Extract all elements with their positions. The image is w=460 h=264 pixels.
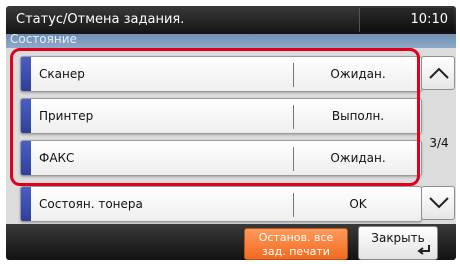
clock-area: 10:10 [359,8,454,32]
section-header: Состояние [6,32,456,48]
row-accent [21,187,31,221]
stop-label-line1: Останов. все [258,231,334,244]
chevron-up-icon [429,67,449,79]
scroll-down-button[interactable] [421,186,455,220]
title-bar: Статус/Отмена задания. 10:10 [6,6,456,34]
list-item-toner[interactable]: Состоян. тонера OK [20,186,422,222]
clock: 10:10 [410,12,448,27]
device-status: OK [349,197,367,211]
enter-return-icon [417,245,430,255]
bottom-bar: Останов. все зад. печати Закрыть [6,224,456,260]
chevron-down-icon [429,197,449,209]
device-name: Состоян. тонера [39,197,143,211]
screen-title: Статус/Отмена задания. [16,12,185,27]
stop-all-print-jobs-button[interactable]: Останов. все зад. печати [244,228,348,260]
divider [293,193,294,217]
stop-label-line2: зад. печати [262,245,330,258]
section-title: Состояние [10,32,77,46]
page-indicator: 3/4 [429,136,449,150]
scroll-up-button[interactable] [421,56,455,90]
status-cancel-screen: Статус/Отмена задания. 10:10 Состояние С… [0,0,460,264]
highlight-frame [10,48,420,186]
close-label: Закрыть [371,231,425,245]
close-button[interactable]: Закрыть [358,226,438,260]
